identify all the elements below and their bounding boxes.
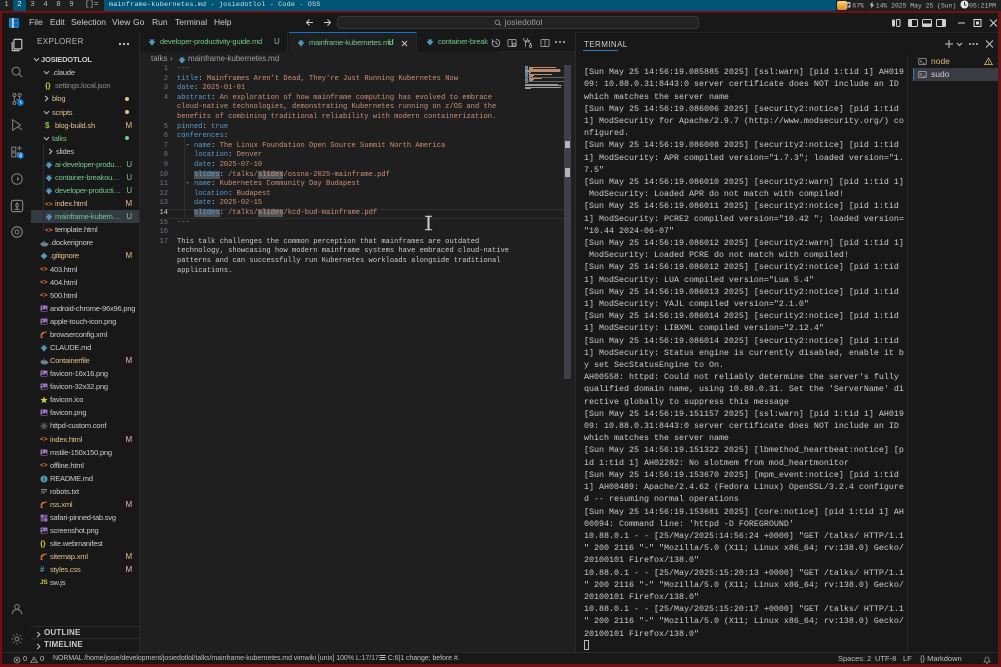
svg-text:4: 4	[19, 153, 23, 159]
